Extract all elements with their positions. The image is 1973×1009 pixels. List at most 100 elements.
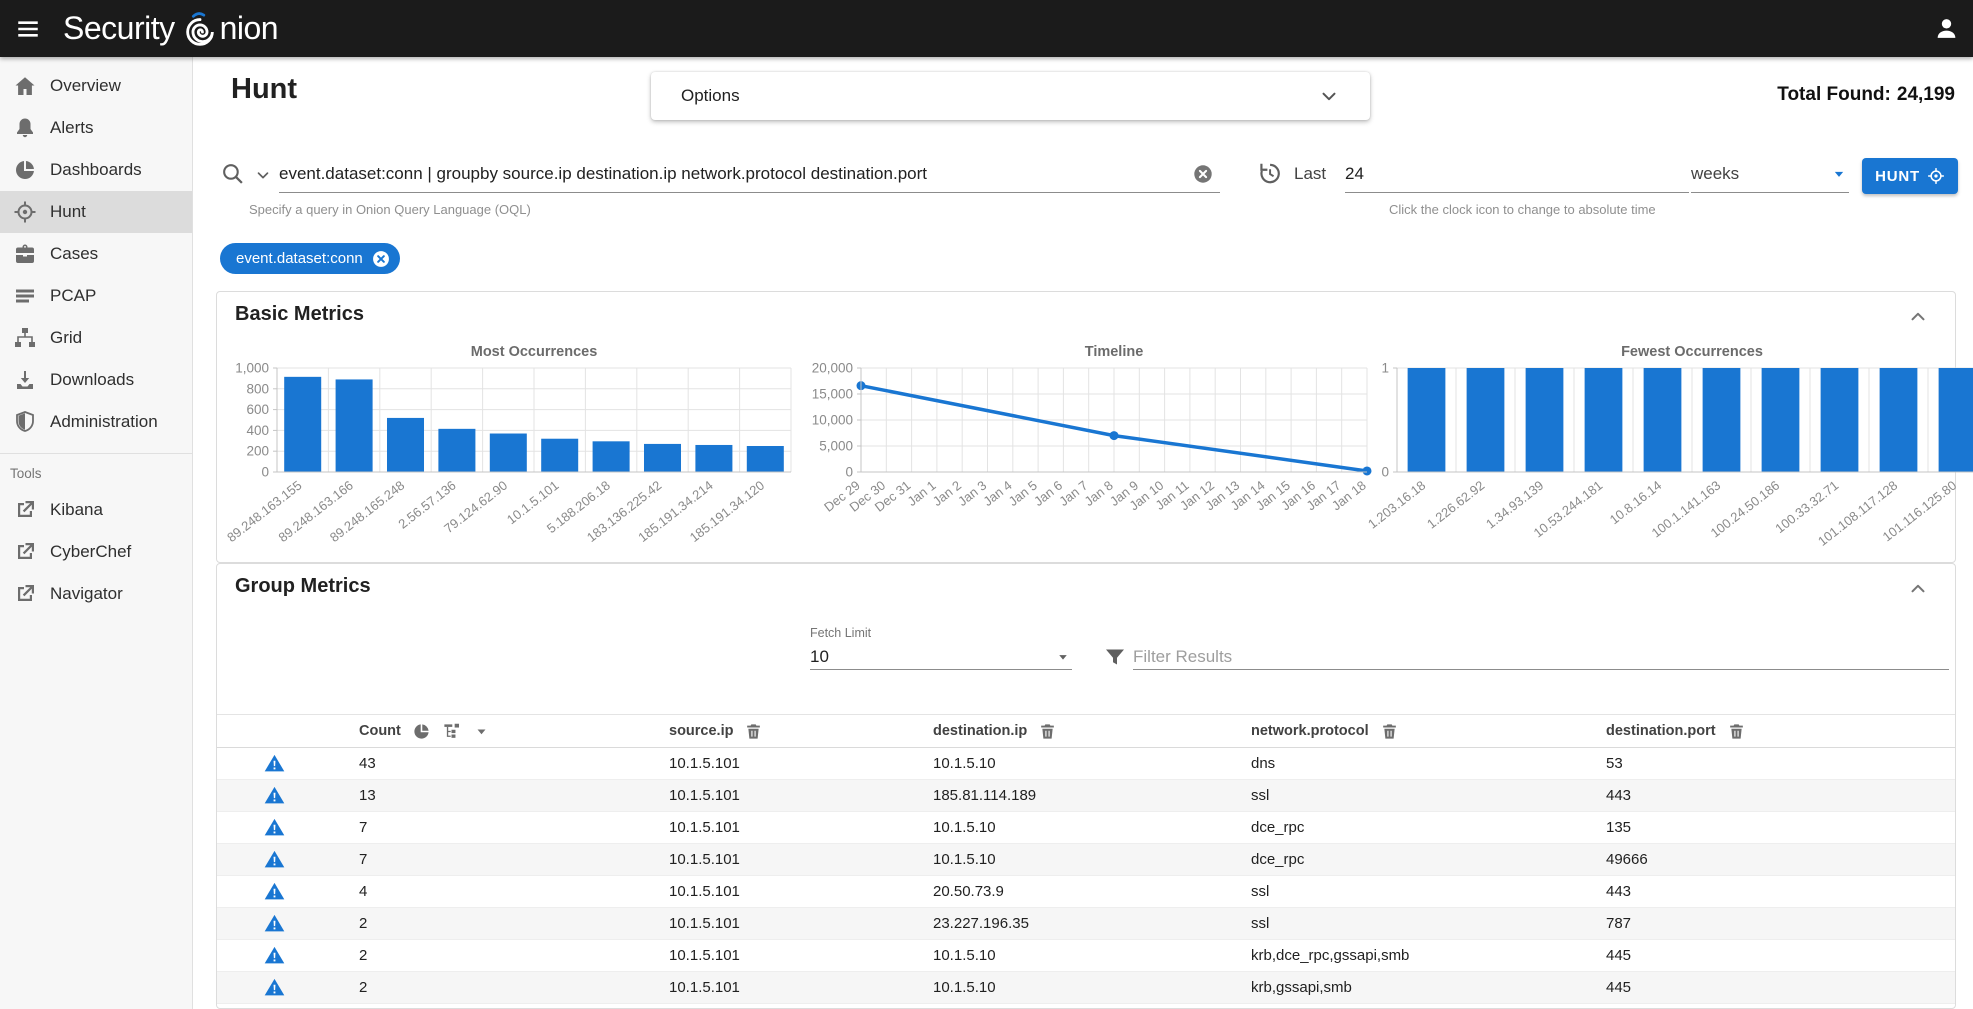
warning-icon[interactable] bbox=[264, 849, 285, 870]
pie-chart-toggle-icon[interactable] bbox=[412, 722, 431, 741]
sidebar-item-alerts[interactable]: Alerts bbox=[0, 107, 192, 149]
svg-text:1,000: 1,000 bbox=[235, 361, 269, 376]
relative-time-clock-icon[interactable] bbox=[1256, 160, 1282, 186]
sidebar-item-grid[interactable]: Grid bbox=[0, 317, 192, 359]
column-header-label[interactable]: destination.port bbox=[1606, 723, 1716, 739]
sidebar-tool-navigator[interactable]: Navigator bbox=[0, 573, 192, 615]
table-cell[interactable]: 10.1.5.10 bbox=[906, 947, 1224, 964]
table-cell[interactable]: 445 bbox=[1579, 979, 1955, 996]
table-cell[interactable]: 10.1.5.101 bbox=[642, 755, 906, 772]
remove-groupby-field-icon[interactable] bbox=[744, 722, 763, 741]
table-row[interactable]: 210.1.5.10110.1.5.10krb,gssapi,smb445 bbox=[217, 972, 1955, 1004]
table-cell[interactable]: dns bbox=[1224, 755, 1579, 772]
table-cell[interactable]: 10.1.5.101 bbox=[642, 851, 906, 868]
filter-results-input[interactable] bbox=[1133, 644, 1949, 669]
table-cell[interactable]: 443 bbox=[1579, 883, 1955, 900]
sidebar-item-dashboards[interactable]: Dashboards bbox=[0, 149, 192, 191]
table-cell[interactable]: 10.1.5.101 bbox=[642, 883, 906, 900]
remove-groupby-field-icon[interactable] bbox=[1038, 722, 1057, 741]
query-history-chevron-icon[interactable] bbox=[254, 166, 272, 184]
table-cell[interactable]: 49666 bbox=[1579, 851, 1955, 868]
chart-timeline: Timeline05,00010,00015,00020,000Dec 29De… bbox=[801, 342, 1377, 551]
table-cell[interactable]: ssl bbox=[1224, 915, 1579, 932]
column-header-label[interactable]: Count bbox=[359, 723, 401, 739]
warning-icon[interactable] bbox=[264, 785, 285, 806]
table-cell[interactable]: 7 bbox=[332, 851, 642, 868]
options-dropdown[interactable]: Options bbox=[651, 72, 1370, 120]
hamburger-menu-icon[interactable] bbox=[15, 16, 41, 42]
collapse-section-icon[interactable] bbox=[1907, 578, 1929, 600]
table-cell[interactable]: 43 bbox=[332, 755, 642, 772]
table-cell[interactable]: 10.1.5.101 bbox=[642, 787, 906, 804]
column-header-label[interactable]: network.protocol bbox=[1251, 723, 1369, 739]
table-cell[interactable]: 20.50.73.9 bbox=[906, 883, 1224, 900]
remove-filter-icon[interactable] bbox=[371, 249, 391, 269]
sidebar-item-cases[interactable]: Cases bbox=[0, 233, 192, 275]
sidebar-item-hunt[interactable]: Hunt bbox=[0, 191, 192, 233]
table-cell[interactable]: 2 bbox=[332, 979, 642, 996]
table-cell[interactable]: 443 bbox=[1579, 787, 1955, 804]
table-cell[interactable]: krb,dce_rpc,gssapi,smb bbox=[1224, 947, 1579, 964]
column-header-label[interactable]: destination.ip bbox=[933, 723, 1027, 739]
sidebar-item-administration[interactable]: Administration bbox=[0, 401, 192, 443]
query-input[interactable] bbox=[279, 155, 1220, 192]
table-cell[interactable]: dce_rpc bbox=[1224, 819, 1579, 836]
time-unit-select[interactable]: weeks bbox=[1691, 155, 1849, 193]
table-cell[interactable]: 445 bbox=[1579, 947, 1955, 964]
filter-chip[interactable]: event.dataset:conn bbox=[220, 243, 400, 274]
table-cell[interactable]: 10.1.5.101 bbox=[642, 915, 906, 932]
table-cell[interactable]: 10.1.5.10 bbox=[906, 851, 1224, 868]
sidebar-tool-kibana[interactable]: Kibana bbox=[0, 489, 192, 531]
warning-icon[interactable] bbox=[264, 753, 285, 774]
table-cell[interactable]: 13 bbox=[332, 787, 642, 804]
table-cell[interactable]: ssl bbox=[1224, 883, 1579, 900]
table-cell[interactable]: 10.1.5.101 bbox=[642, 979, 906, 996]
remove-groupby-field-icon[interactable] bbox=[1727, 722, 1746, 741]
table-cell[interactable]: 7 bbox=[332, 819, 642, 836]
table-cell[interactable]: 53 bbox=[1579, 755, 1955, 772]
warning-icon[interactable] bbox=[264, 977, 285, 998]
warning-icon[interactable] bbox=[264, 817, 285, 838]
table-row[interactable]: 4310.1.5.10110.1.5.10dns53 bbox=[217, 748, 1955, 780]
sidebar-tool-cyberchef[interactable]: CyberChef bbox=[0, 531, 192, 573]
collapse-section-icon[interactable] bbox=[1907, 306, 1929, 328]
table-row[interactable]: 710.1.5.10110.1.5.10dce_rpc135 bbox=[217, 812, 1955, 844]
table-row[interactable]: 710.1.5.10110.1.5.10dce_rpc49666 bbox=[217, 844, 1955, 876]
clear-query-icon[interactable] bbox=[1192, 163, 1214, 185]
table-row[interactable]: 210.1.5.10123.227.196.35ssl787 bbox=[217, 908, 1955, 940]
table-cell[interactable]: 4 bbox=[332, 883, 642, 900]
table-cell[interactable]: 135 bbox=[1579, 819, 1955, 836]
sidebar-item-overview[interactable]: Overview bbox=[0, 65, 192, 107]
fetch-limit-select[interactable]: 10 bbox=[810, 644, 1072, 670]
column-header-label[interactable]: source.ip bbox=[669, 723, 733, 739]
sort-caret-icon[interactable] bbox=[472, 722, 491, 741]
warning-icon[interactable] bbox=[264, 945, 285, 966]
table-row[interactable]: 210.1.5.10110.1.5.10krb,dce_rpc,gssapi,s… bbox=[217, 940, 1955, 972]
table-row[interactable]: 410.1.5.10120.50.73.9ssl443 bbox=[217, 876, 1955, 908]
table-cell[interactable]: krb,gssapi,smb bbox=[1224, 979, 1579, 996]
table-cell[interactable]: ssl bbox=[1224, 787, 1579, 804]
warning-icon[interactable] bbox=[264, 913, 285, 934]
table-cell[interactable]: 2 bbox=[332, 915, 642, 932]
user-account-icon[interactable] bbox=[1934, 16, 1959, 41]
table-cell[interactable]: 10.1.5.10 bbox=[906, 979, 1224, 996]
table-cell[interactable]: 185.81.114.189 bbox=[906, 787, 1224, 804]
time-value-input[interactable] bbox=[1345, 155, 1689, 192]
table-cell[interactable]: 23.227.196.35 bbox=[906, 915, 1224, 932]
sidebar-item-downloads[interactable]: Downloads bbox=[0, 359, 192, 401]
table-cell[interactable]: 787 bbox=[1579, 915, 1955, 932]
table-cell[interactable]: 2 bbox=[332, 947, 642, 964]
table-cell[interactable]: 10.1.5.101 bbox=[642, 947, 906, 964]
table-cell[interactable]: dce_rpc bbox=[1224, 851, 1579, 868]
table-cell[interactable]: 10.1.5.10 bbox=[906, 755, 1224, 772]
sidebar-item-pcap[interactable]: PCAP bbox=[0, 275, 192, 317]
warning-icon[interactable] bbox=[264, 881, 285, 902]
svg-text:Fewest Occurrences: Fewest Occurrences bbox=[1621, 344, 1763, 360]
remove-groupby-field-icon[interactable] bbox=[1380, 722, 1399, 741]
search-icon[interactable] bbox=[220, 161, 245, 186]
groupby-icon[interactable] bbox=[442, 722, 461, 741]
table-cell[interactable]: 10.1.5.101 bbox=[642, 819, 906, 836]
hunt-button[interactable]: HUNT bbox=[1862, 158, 1958, 194]
table-row[interactable]: 1310.1.5.101185.81.114.189ssl443 bbox=[217, 780, 1955, 812]
table-cell[interactable]: 10.1.5.10 bbox=[906, 819, 1224, 836]
